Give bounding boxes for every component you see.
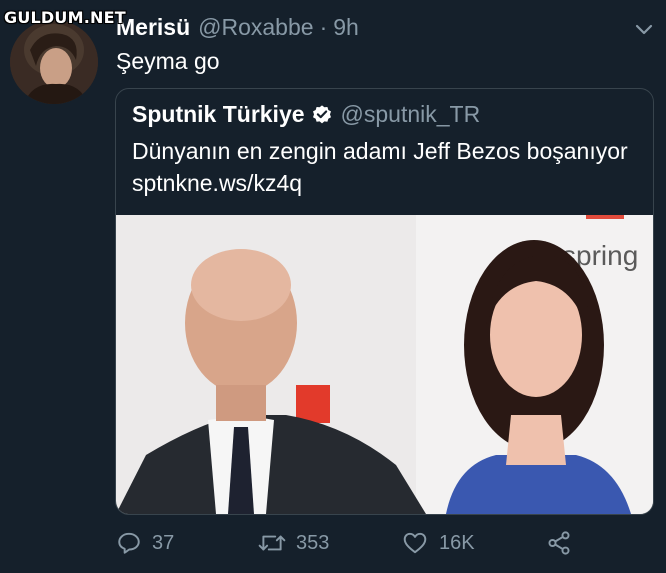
tweet-text: Şeyma go: [116, 48, 220, 74]
reply-icon: [118, 532, 140, 554]
display-name[interactable]: Merisü: [116, 14, 190, 41]
retweet-count: 353: [296, 531, 330, 554]
news-photo[interactable]: spring: [116, 215, 653, 514]
avatar-photo: [10, 20, 98, 104]
quoted-tweet-card[interactable]: Sputnik Türkiye @sputnik_TR Dünyanın en …: [115, 88, 654, 515]
action-bar: 37 353 16K: [0, 530, 666, 566]
like-count: 16K: [439, 531, 475, 554]
avatar[interactable]: [10, 20, 98, 104]
tweet-header: Merisü @Roxabbe · 9h: [116, 14, 359, 42]
share-icon: [548, 531, 570, 555]
verified-badge-icon: [312, 104, 331, 123]
share-action[interactable]: [546, 530, 582, 556]
quoted-tweet-header: Sputnik Türkiye @sputnik_TR: [132, 101, 480, 128]
separator-dot: ·: [319, 14, 328, 40]
like-action[interactable]: 16K: [401, 530, 475, 556]
retweet-action[interactable]: 353: [258, 530, 329, 556]
quoted-user-handle: @sputnik_TR: [340, 101, 481, 127]
reply-action[interactable]: 37: [116, 530, 174, 556]
quoted-tweet-text: Dünyanın en zengin adamı Jeff Bezos boşa…: [132, 138, 628, 196]
site-watermark: GULDUM.NET: [4, 8, 126, 27]
reply-count: 37: [152, 531, 175, 554]
timestamp[interactable]: 9h: [333, 14, 359, 41]
user-handle[interactable]: @Roxabbe: [198, 14, 313, 41]
like-icon: [403, 532, 427, 554]
quoted-display-name: Sputnik Türkiye: [132, 101, 305, 127]
retweet-icon: [258, 535, 286, 551]
chevron-down-icon[interactable]: [633, 20, 655, 38]
